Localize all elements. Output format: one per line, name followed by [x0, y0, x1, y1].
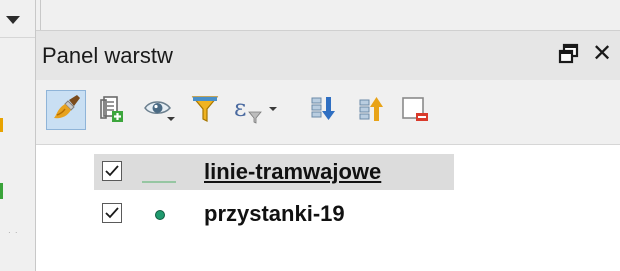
layer-row-linie-tramwajowe[interactable]: linie-tramwajowe [94, 154, 454, 190]
expand-all-icon [311, 97, 335, 120]
filter-by-expression-button[interactable]: ε [231, 90, 277, 130]
point-symbol-icon [154, 208, 166, 226]
manage-visibility-button[interactable] [140, 90, 180, 130]
collapse-all-icon [359, 97, 383, 121]
layer-row-przystanki-19[interactable]: przystanki-19 [94, 196, 454, 232]
collapse-all-button[interactable] [352, 90, 392, 130]
left-side-strip: · · [0, 0, 36, 271]
layers-toolbar: ε [36, 80, 620, 145]
filter-legend-icon [191, 96, 219, 122]
orange-marker [0, 118, 3, 132]
layers-panel-window: · · Panel warstw ✕ ε linie-tramwajowe pr… [0, 0, 620, 271]
add-group-icon [100, 96, 123, 122]
visibility-eye-icon [144, 101, 175, 121]
filter-legend-button[interactable] [186, 90, 226, 130]
add-group-button[interactable] [92, 90, 132, 130]
remove-layer-icon [402, 97, 428, 121]
dropdown-arrow-icon[interactable] [6, 16, 20, 24]
layer-visibility-checkbox[interactable] [102, 161, 122, 181]
resize-grip-icon[interactable]: · · [8, 228, 19, 237]
style-manager-button[interactable] [46, 90, 86, 130]
layer-visibility-checkbox[interactable] [102, 203, 122, 223]
checkmark-icon [105, 165, 119, 177]
layer-name: przystanki-19 [204, 201, 345, 226]
remove-layer-button[interactable] [396, 90, 436, 130]
filter-expression-icon: ε [234, 94, 277, 124]
panel-title: Panel warstw [42, 43, 173, 68]
green-marker [0, 183, 3, 199]
checkmark-icon [105, 207, 119, 219]
top-strip [36, 0, 620, 30]
float-panel-button[interactable] [558, 43, 580, 65]
layer-tree: linie-tramwajowe przystanki-19 [36, 145, 620, 271]
close-icon: ✕ [591, 40, 613, 67]
expand-all-button[interactable] [304, 90, 344, 130]
left-divider [0, 37, 36, 38]
svg-text:ε: ε [234, 94, 246, 122]
float-icon [558, 43, 579, 64]
panel-title-bar: Panel warstw ✕ [36, 30, 620, 81]
style-brush-icon [54, 95, 80, 119]
layer-name: linie-tramwajowe [204, 159, 382, 184]
close-panel-button[interactable]: ✕ [590, 41, 614, 67]
line-symbol-icon [142, 171, 176, 189]
top-divider [40, 0, 41, 30]
